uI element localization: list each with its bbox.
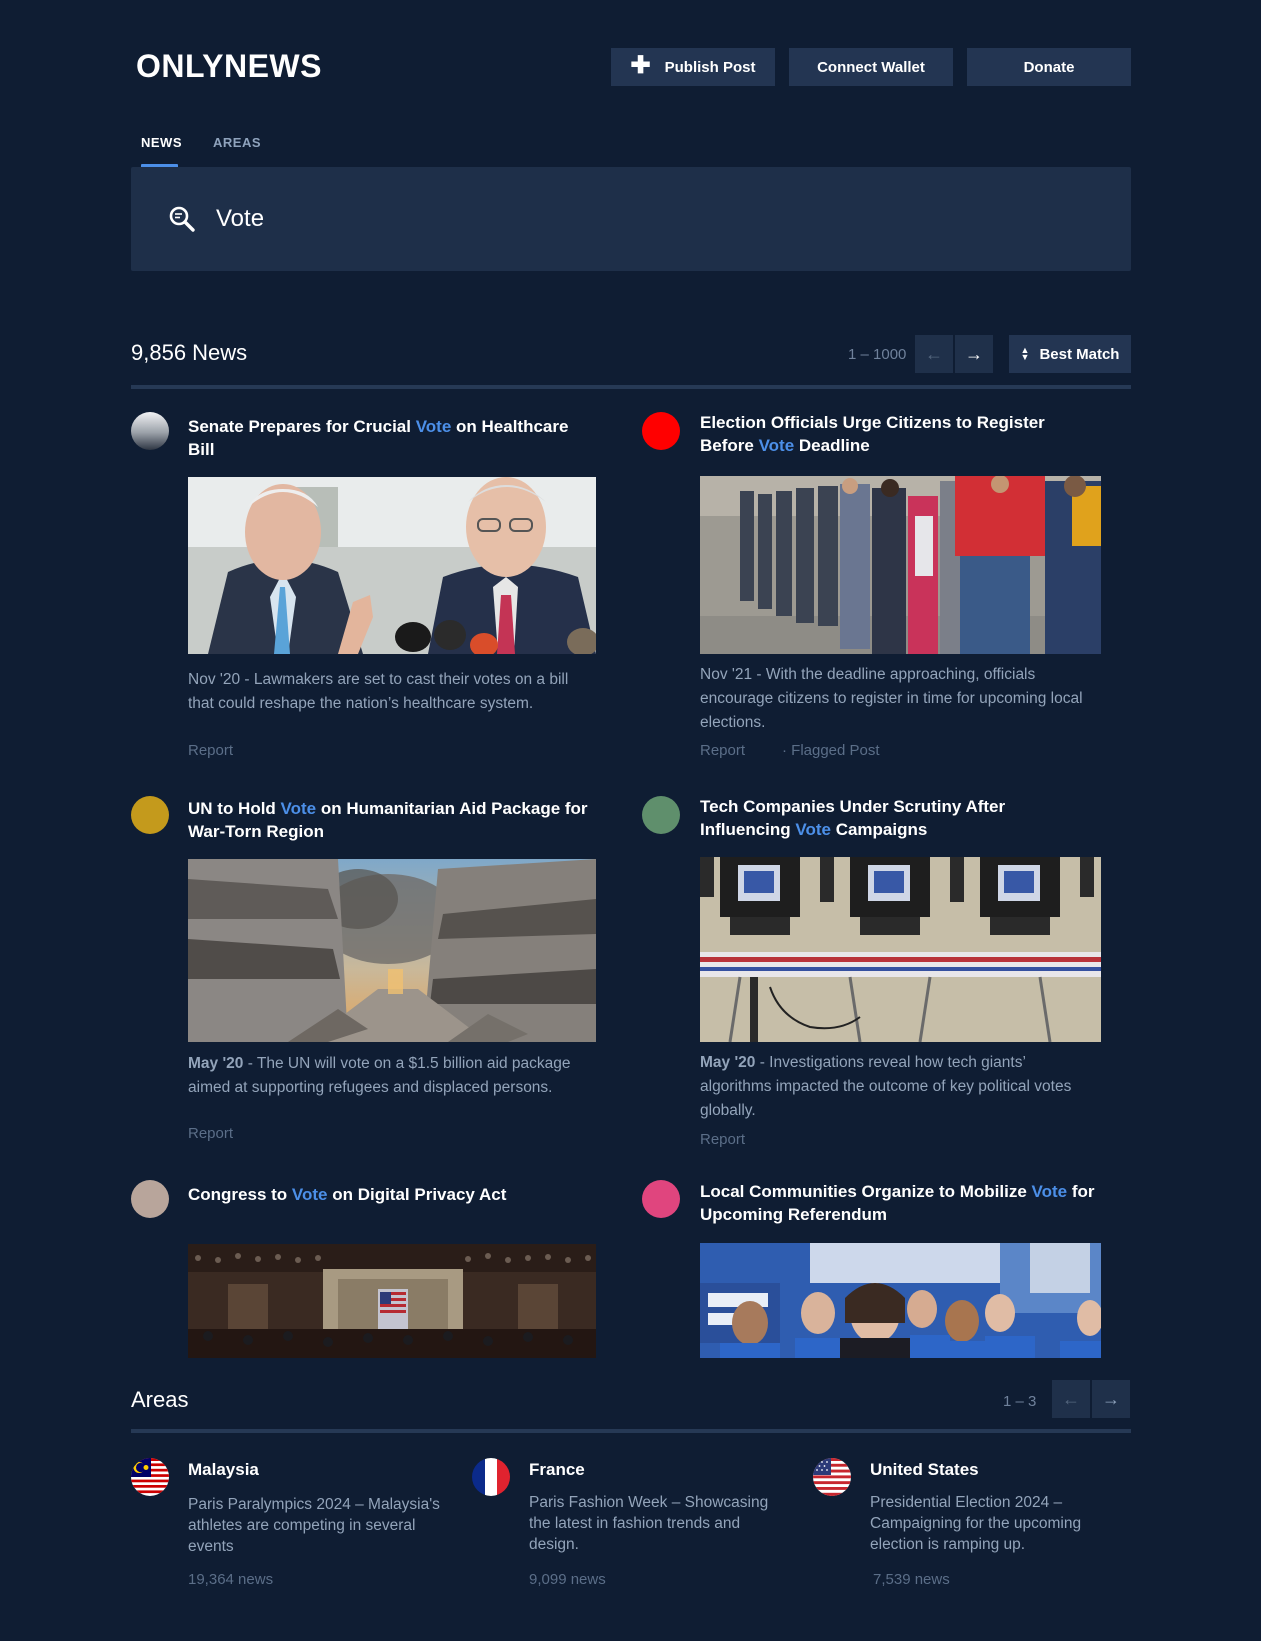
author-avatar[interactable] (642, 412, 680, 450)
news-title-text: on Digital Privacy Act (327, 1185, 507, 1204)
news-title-text: Local Communities Organize to Mobilize (700, 1182, 1032, 1201)
news-title[interactable]: UN to Hold Vote on Humanitarian Aid Pack… (188, 797, 588, 843)
arrow-left-icon: ← (925, 343, 943, 364)
news-title[interactable]: Tech Companies Under Scrutiny After Infl… (700, 795, 1090, 841)
united-states-flag-icon[interactable] (813, 1458, 851, 1496)
news-description: Nov '21 - With the deadline approaching,… (700, 666, 1083, 731)
donate-button[interactable]: Donate (967, 48, 1131, 86)
area-news-count: 7,539 news (873, 1571, 950, 1588)
news-date: May '20 (188, 1055, 244, 1072)
report-link[interactable]: Report (700, 742, 745, 759)
area-news-count: 19,364 news (188, 1571, 274, 1588)
donate-label: Donate (1023, 58, 1075, 76)
malaysia-flag-icon[interactable] (131, 1458, 169, 1496)
publish-post-button[interactable]: ✚ Publish Post (611, 48, 775, 86)
news-title[interactable]: Election Officials Urge Citizens to Regi… (700, 411, 1090, 457)
areas-range: 1 – 3 (1003, 1393, 1037, 1410)
area-description: Paris Paralympics 2024 – Malaysia's athl… (188, 1496, 440, 1555)
news-image[interactable] (700, 857, 1101, 1042)
search-icon (169, 206, 195, 232)
news-title-highlight: Vote (280, 799, 317, 818)
news-image[interactable] (188, 1244, 596, 1358)
news-image[interactable] (188, 477, 596, 654)
results-count: 9,856 News (131, 340, 248, 365)
sort-label: Best Match (1039, 345, 1120, 363)
prev-page-button[interactable]: ← (915, 335, 953, 373)
area-description: Presidential Election 2024 – Campaigning… (870, 1494, 1082, 1553)
arrow-right-icon: → (1102, 1388, 1120, 1409)
areas-heading: Areas (131, 1387, 189, 1412)
news-title[interactable]: Senate Prepares for Crucial Vote on Heal… (188, 415, 588, 461)
author-avatar[interactable] (131, 1180, 169, 1218)
tab-news[interactable]: NEWS (141, 135, 182, 150)
area-name[interactable]: United States (870, 1460, 979, 1480)
area-name[interactable]: France (529, 1460, 585, 1480)
connect-wallet-button[interactable]: Connect Wallet (789, 48, 953, 86)
news-title[interactable]: Local Communities Organize to Mobilize V… (700, 1180, 1100, 1226)
tab-areas[interactable]: AREAS (213, 135, 261, 150)
area-name[interactable]: Malaysia (188, 1460, 259, 1480)
news-image[interactable] (700, 1243, 1101, 1358)
publish-post-label: Publish Post (664, 58, 756, 76)
connect-wallet-label: Connect Wallet (817, 58, 925, 76)
area-news-count: 9,099 news (529, 1571, 606, 1588)
news-title-text: Senate Prepares for Crucial (188, 417, 416, 436)
flagged-post-label: · Flagged Post (782, 742, 880, 759)
news-title-highlight: Vote (795, 820, 831, 839)
news-title-text: UN to Hold (188, 799, 281, 818)
report-link[interactable]: Report (188, 742, 233, 759)
news-description-text: - Investigations reveal how tech giants’… (700, 1054, 1072, 1119)
author-avatar[interactable] (642, 796, 680, 834)
search-input[interactable] (216, 197, 1016, 241)
news-title-highlight: Vote (291, 1185, 328, 1204)
sort-icon: ▲ ▼ (1020, 345, 1030, 362)
news-title-highlight: Vote (1031, 1182, 1068, 1201)
news-title-text: Congress to (188, 1185, 292, 1204)
next-page-button[interactable]: → (955, 335, 993, 373)
sort-button[interactable]: ▲ ▼ Best Match (1009, 335, 1131, 373)
news-title-text: Election Officials Urge Citizens to Regi… (700, 413, 1045, 455)
author-avatar[interactable] (131, 412, 169, 450)
news-image[interactable] (700, 476, 1101, 654)
areas-divider (131, 1429, 1131, 1433)
news-description-text: - The UN will vote on a $1.5 billion aid… (188, 1055, 571, 1096)
author-avatar[interactable] (131, 796, 169, 834)
plus-icon: ✚ (630, 52, 651, 79)
france-flag-icon[interactable] (472, 1458, 510, 1496)
news-description: May '20 - The UN will vote on a $1.5 bil… (188, 1052, 588, 1100)
news-description: May '20 - Investigations reveal how tech… (700, 1051, 1100, 1123)
results-range: 1 – 1000 (848, 346, 907, 363)
author-avatar[interactable] (642, 1180, 680, 1218)
news-image[interactable] (188, 859, 596, 1042)
site-logo[interactable]: ONLYNEWS (136, 48, 322, 85)
area-description: Paris Fashion Week – Showcasing the late… (529, 1494, 769, 1553)
news-title-highlight: Vote (758, 436, 795, 455)
areas-next-button[interactable]: → (1092, 1380, 1130, 1418)
search-bar (131, 167, 1131, 271)
news-description: Nov '20 - Lawmakers are set to cast thei… (188, 671, 569, 712)
news-title[interactable]: Congress to Vote on Digital Privacy Act (188, 1183, 588, 1206)
news-title-text: Deadline (794, 436, 870, 455)
news-title-highlight: Vote (415, 417, 452, 436)
report-link[interactable]: Report (700, 1131, 745, 1148)
news-date: May '20 (700, 1054, 756, 1071)
arrow-right-icon: → (965, 343, 983, 364)
report-link[interactable]: Report (188, 1125, 233, 1142)
news-title-text: Campaigns (830, 820, 928, 839)
results-divider (131, 385, 1131, 389)
areas-prev-button[interactable]: ← (1052, 1380, 1090, 1418)
arrow-left-icon: ← (1062, 1388, 1080, 1409)
